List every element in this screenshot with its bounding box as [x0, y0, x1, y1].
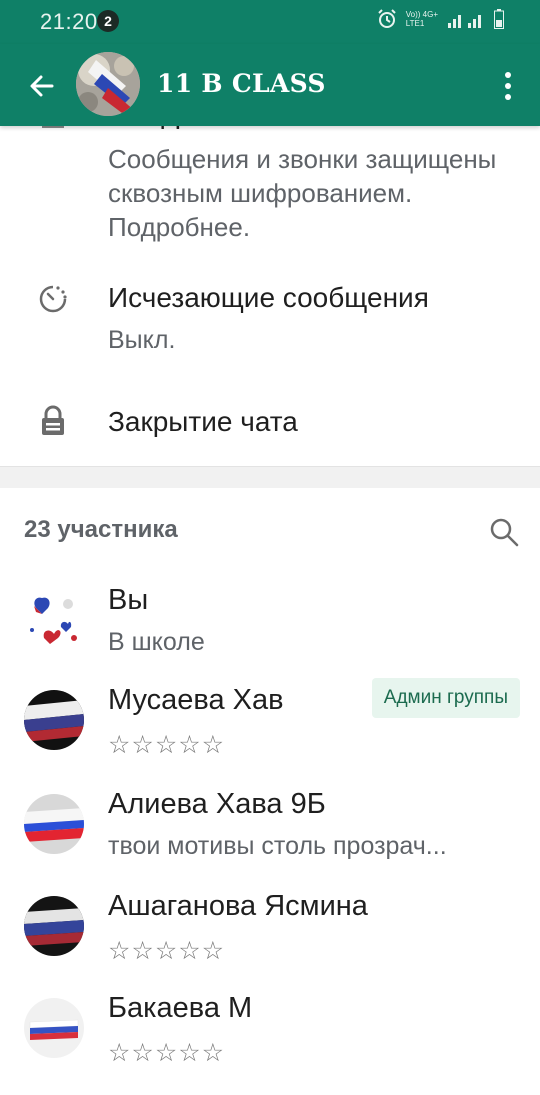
search-icon: [490, 518, 519, 547]
participant-name: Мусаева Хав: [108, 684, 284, 716]
participant-status: ☆☆☆☆☆: [108, 731, 226, 759]
participant-status: ☆☆☆☆☆: [108, 937, 226, 965]
participants-search-button[interactable]: [488, 516, 520, 548]
chat-info-toolbar: 11 В CLASS: [0, 44, 540, 126]
participant-avatar: [24, 794, 84, 854]
participant-avatar: [24, 896, 84, 956]
more-dot-icon: [505, 94, 511, 100]
participant-row[interactable]: Бакаева М ☆☆☆☆☆: [0, 986, 540, 1086]
participant-avatar: [24, 690, 84, 750]
more-dot-icon: [505, 72, 511, 78]
battery-icon: [494, 9, 504, 29]
notification-count-badge: 2: [97, 10, 119, 32]
more-options-button[interactable]: [496, 66, 520, 106]
participant-row[interactable]: Мусаева Хав Админ группы ☆☆☆☆☆: [0, 678, 540, 778]
settings-section: Шифрование Сообщения и звонки защищены с…: [0, 98, 540, 466]
participant-avatar: [24, 998, 84, 1058]
network-line1: Vo)) 4G+: [405, 10, 438, 19]
participant-status: ☆☆☆☆☆: [108, 1039, 226, 1067]
group-title[interactable]: 11 В CLASS: [157, 69, 326, 98]
encryption-description[interactable]: Сообщения и звонки защищены сквозным шиф…: [108, 142, 508, 244]
group-avatar[interactable]: [76, 52, 140, 116]
group-admin-badge: Админ группы: [371, 678, 520, 718]
status-icons: Vo)) 4G+ LTE1: [376, 8, 504, 30]
status-time: 21:20: [40, 9, 98, 34]
participants-section: 23 участника Вы В школе Мусаева Хав Адми…: [0, 488, 540, 1095]
alarm-icon: [378, 9, 396, 28]
participant-row[interactable]: Алиева Хава 9Б твои мотивы столь прозрач…: [0, 782, 540, 882]
participant-name: Вы: [108, 584, 149, 616]
participant-status: В школе: [108, 628, 205, 656]
participant-name: Ашаганова Ясмина: [108, 890, 368, 922]
chat-lock-icon: [42, 405, 64, 435]
more-dot-icon: [505, 83, 511, 89]
participants-count: 23 участника: [24, 516, 178, 543]
participant-name: Бакаева М: [108, 992, 253, 1024]
disappearing-messages-value: Выкл.: [108, 326, 176, 354]
network-line2: LTE1: [405, 19, 425, 28]
participant-name: Алиева Хава 9Б: [108, 788, 326, 820]
chat-lock-title[interactable]: Закрытие чата: [108, 406, 298, 438]
participant-row[interactable]: Ашаганова Ясмина ☆☆☆☆☆: [0, 884, 540, 984]
group-avatar-image: [76, 52, 140, 116]
disappearing-timer-icon: [39, 285, 67, 313]
signal-icon: [448, 15, 481, 28]
arrow-back-icon: [30, 75, 54, 97]
disappearing-messages-title[interactable]: Исчезающие сообщения: [108, 282, 429, 314]
status-bar: 21:20 2 Vo)) 4G+ LTE1: [0, 0, 540, 44]
section-divider: [0, 466, 540, 488]
participant-avatar: [24, 590, 84, 650]
network-type-icon: Vo)) 4G+ LTE1: [406, 10, 438, 28]
participant-row[interactable]: Вы В школе: [0, 578, 540, 678]
participant-status: твои мотивы столь прозрач...: [108, 832, 447, 860]
back-button[interactable]: [22, 66, 62, 106]
